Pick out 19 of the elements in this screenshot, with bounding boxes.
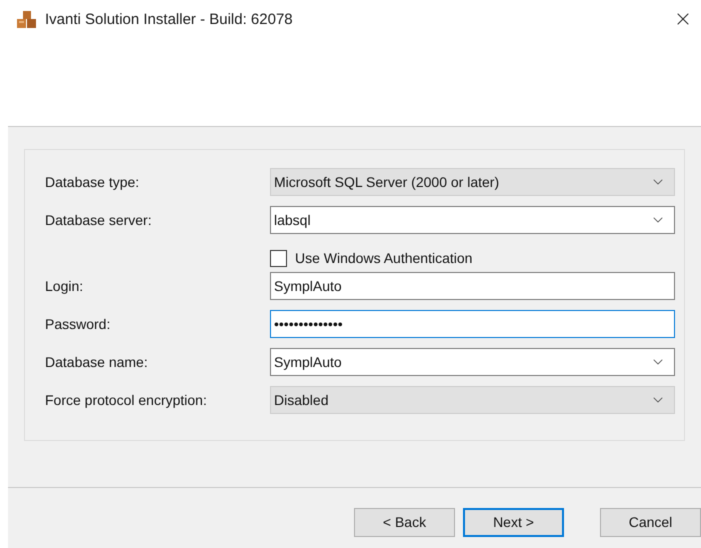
dropdown[interactable]: Microsoft SQL Server (2000 or later): [270, 168, 675, 196]
dropdown[interactable]: Disabled: [270, 386, 675, 414]
input-field[interactable]: SymplAuto: [270, 272, 675, 300]
wizard-button[interactable]: Cancel: [600, 508, 701, 537]
wizard-button[interactable]: Next >: [462, 508, 564, 537]
window-title: Ivanti Solution Installer - Build: 62078: [45, 10, 293, 30]
combo-box[interactable]: labsql: [270, 206, 675, 234]
combo-box[interactable]: SymplAuto: [270, 348, 675, 376]
field-label: Database server:: [44, 210, 153, 230]
wizard-button[interactable]: < Back: [354, 508, 455, 537]
field-label: Login:: [44, 276, 84, 296]
checkbox[interactable]: [270, 250, 287, 266]
field-label: Password:: [44, 314, 112, 334]
field-label: Force protocol encryption:: [44, 390, 208, 410]
boxes-icon: [17, 11, 37, 30]
input-field[interactable]: ••••••••••••••: [270, 310, 675, 338]
field-label: Database name:: [44, 352, 149, 372]
field-label: Database type:: [44, 172, 140, 192]
checkbox-label: Use Windows Authentication: [295, 248, 472, 268]
